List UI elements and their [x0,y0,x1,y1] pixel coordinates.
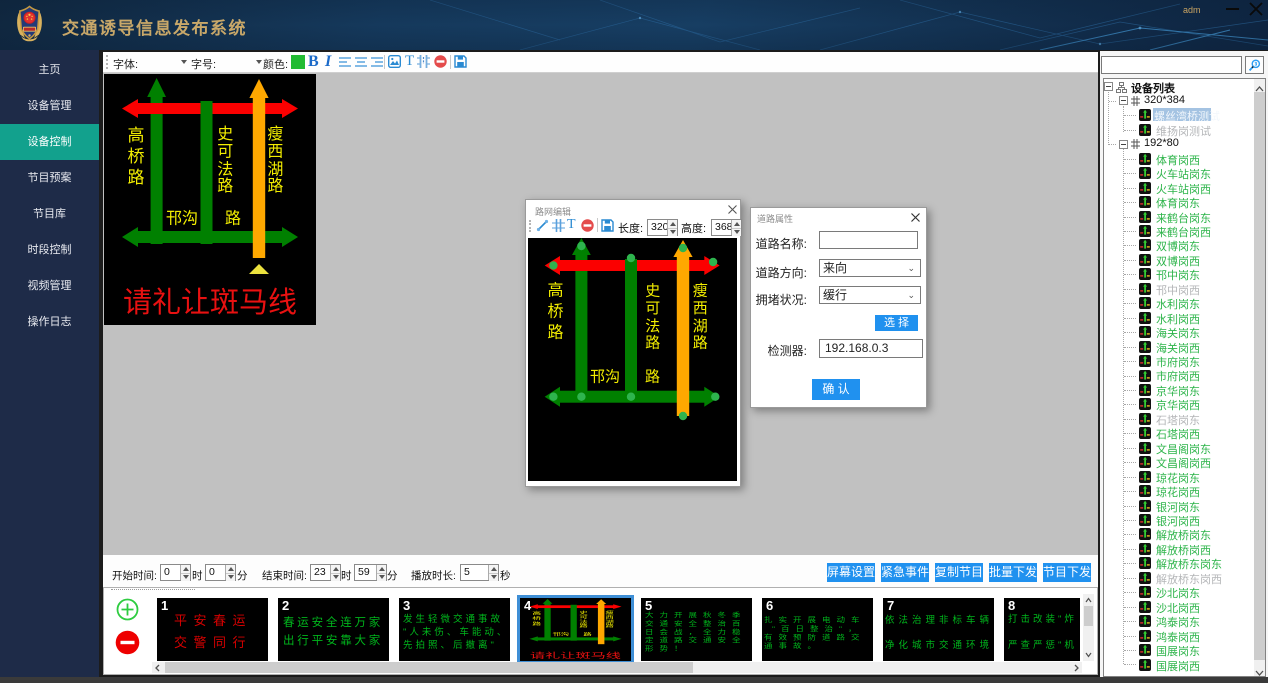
svg-text:瘦: 瘦 [267,125,283,143]
svg-text:史: 史 [217,125,233,143]
svg-text:路: 路 [693,335,708,352]
svg-text:高: 高 [128,126,145,145]
svg-text:请礼让斑马线: 请礼让斑马线 [530,651,621,660]
svg-text:法: 法 [217,161,233,179]
svg-text:可: 可 [645,300,660,317]
svg-text:邗沟: 邗沟 [590,369,620,386]
svg-text:西: 西 [267,144,283,161]
svg-text:法: 法 [645,318,660,335]
svg-text:西: 西 [606,615,615,620]
svg-text:高: 高 [547,282,563,300]
svg-text:可: 可 [217,144,233,161]
svg-text:路: 路 [645,369,660,386]
svg-text:史: 史 [579,610,588,616]
svg-text:路: 路 [532,621,541,627]
svg-text:请礼让斑马线: 请礼让斑马线 [123,286,297,319]
svg-text:路: 路 [128,168,145,187]
svg-text:湖: 湖 [693,318,708,335]
svg-text:路: 路 [225,210,241,228]
svg-text:桥: 桥 [547,303,563,321]
svg-text:邗沟: 邗沟 [552,631,569,637]
svg-text:瘦: 瘦 [693,283,708,300]
svg-text:桥: 桥 [532,615,541,621]
svg-text:邗沟: 邗沟 [166,210,198,228]
svg-text:路: 路 [547,324,563,342]
svg-text:西: 西 [693,300,708,317]
svg-text:桥: 桥 [128,147,145,166]
svg-text:可: 可 [579,615,588,620]
svg-text:路: 路 [217,177,233,195]
svg-text:路: 路 [267,177,283,195]
svg-text:路: 路 [583,631,592,637]
svg-text:高: 高 [532,610,541,616]
svg-text:路: 路 [645,335,660,352]
svg-text:史: 史 [645,283,660,300]
svg-text:瘦: 瘦 [606,610,615,616]
svg-text:湖: 湖 [267,161,283,179]
